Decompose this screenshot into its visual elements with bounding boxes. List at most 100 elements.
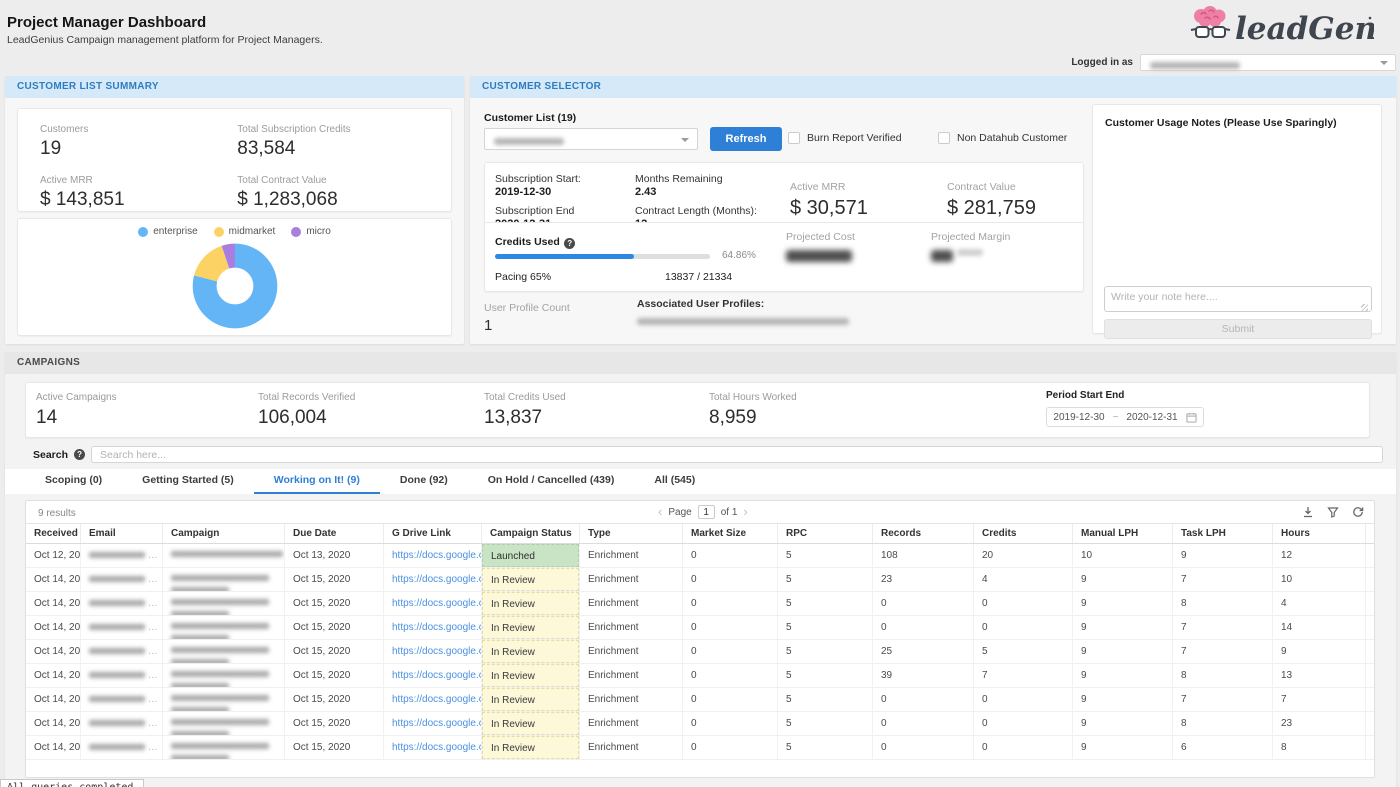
- cell-type: Enrichment: [580, 568, 683, 591]
- legend-item-enterprise[interactable]: enterprise: [138, 226, 197, 237]
- customer-list-select[interactable]: [484, 128, 698, 150]
- table-row[interactable]: Oct 14, 2020 …Oct 15, 2020https://docs.g…: [26, 736, 1374, 760]
- svg-text:leadGenius: leadGenius: [1235, 11, 1374, 47]
- cell-hours: 9: [1273, 640, 1366, 663]
- column-header-received_on[interactable]: Received On: [26, 524, 81, 543]
- g-drive-link[interactable]: https://docs.google.com/: [392, 694, 482, 705]
- status-badge: In Review: [482, 568, 579, 591]
- legend-item-micro[interactable]: micro: [291, 226, 330, 237]
- status-badge: In Review: [482, 616, 579, 639]
- column-header-campaign[interactable]: Campaign: [163, 524, 285, 543]
- prev-page-icon[interactable]: ‹: [658, 505, 662, 519]
- column-header-manual_lph[interactable]: Manual LPH: [1073, 524, 1173, 543]
- stat-customers: Customers 19: [40, 124, 237, 160]
- projected-cost: Projected Cost: [786, 231, 855, 262]
- next-page-icon[interactable]: ›: [743, 505, 747, 519]
- refresh-icon[interactable]: [1352, 506, 1364, 518]
- column-header-rpc[interactable]: RPC: [778, 524, 873, 543]
- logged-in-user-select[interactable]: [1140, 54, 1396, 71]
- burn-report-verified-checkbox[interactable]: Burn Report Verified: [788, 132, 902, 144]
- table-row[interactable]: Oct 14, 2020 …Oct 15, 2020https://docs.g…: [26, 688, 1374, 712]
- campaigns-panel: CAMPAIGNS Active Campaigns14 Total Recor…: [5, 352, 1396, 787]
- cell-records: 0: [873, 688, 974, 711]
- column-header-type[interactable]: Type: [580, 524, 683, 543]
- legend-item-midmarket[interactable]: midmarket: [214, 226, 276, 237]
- cell-type: Enrichment: [580, 736, 683, 759]
- download-icon[interactable]: [1302, 506, 1314, 518]
- g-drive-link[interactable]: https://docs.google.com/: [392, 550, 482, 561]
- cell-manual_lph: 9: [1073, 712, 1173, 735]
- tab-working-on-it-9[interactable]: Working on It! (9): [254, 469, 380, 494]
- period-date-range-input[interactable]: 2019-12-30 ~ 2020-12-31: [1046, 407, 1204, 427]
- table-row[interactable]: Oct 14, 2020 …Oct 15, 2020https://docs.g…: [26, 592, 1374, 616]
- tab-on-hold-cancelled-439[interactable]: On Hold / Cancelled (439): [468, 469, 635, 494]
- cell-type: Enrichment: [580, 616, 683, 639]
- table-row[interactable]: Oct 14, 2020 …Oct 15, 2020https://docs.g…: [26, 640, 1374, 664]
- cell-campaign: [163, 568, 285, 591]
- table-row[interactable]: Oct 14, 2020 …Oct 15, 2020https://docs.g…: [26, 664, 1374, 688]
- customer-selector-panel: CUSTOMER SELECTOR Customer List (19) Ref…: [470, 76, 1396, 344]
- redacted-text: [171, 695, 269, 701]
- non-datahub-customer-checkbox[interactable]: Non Datahub Customer: [938, 132, 1067, 144]
- cell-g_drive_link: https://docs.google.com/ …: [384, 688, 482, 711]
- tab-getting-started-5[interactable]: Getting Started (5): [122, 469, 254, 494]
- redacted-text: [171, 587, 229, 591]
- cell-manual_lph: 9: [1073, 736, 1173, 759]
- g-drive-link[interactable]: https://docs.google.com/: [392, 622, 482, 633]
- period-start-end: Period Start End 2019-12-30 ~ 2020-12-31: [1046, 390, 1204, 427]
- cell-g_drive_link: https://docs.google.com/ …: [384, 568, 482, 591]
- cell-type: Enrichment: [580, 592, 683, 615]
- cell-manual_lph: 9: [1073, 664, 1173, 687]
- column-header-records[interactable]: Records: [873, 524, 974, 543]
- g-drive-link[interactable]: https://docs.google.com/: [392, 670, 482, 681]
- redacted-text: [89, 672, 145, 678]
- cell-type: Enrichment: [580, 712, 683, 735]
- column-header-hours[interactable]: Hours: [1273, 524, 1366, 543]
- table-row[interactable]: Oct 14, 2020 …Oct 15, 2020https://docs.g…: [26, 712, 1374, 736]
- status-badge: In Review: [482, 736, 579, 759]
- page-number-input[interactable]: [698, 505, 715, 519]
- period-start-date[interactable]: 2019-12-30: [1053, 412, 1104, 423]
- column-header-credits[interactable]: Credits: [974, 524, 1073, 543]
- column-header-g_drive_link[interactable]: G Drive Link: [384, 524, 482, 543]
- cell-campaign_status: Launched: [482, 544, 580, 567]
- cell-due_date: Oct 13, 2020: [285, 544, 384, 567]
- customer-list-summary-panel: CUSTOMER LIST SUMMARY Customers 19 Total…: [5, 76, 464, 344]
- table-row[interactable]: Oct 14, 2020 …Oct 15, 2020https://docs.g…: [26, 568, 1374, 592]
- table-row[interactable]: Oct 14, 2020 …Oct 15, 2020https://docs.g…: [26, 616, 1374, 640]
- info-icon[interactable]: ?: [564, 238, 575, 249]
- stat-total-credits-used: Total Credits Used13,837: [484, 392, 566, 429]
- g-drive-link[interactable]: https://docs.google.com/: [392, 646, 482, 657]
- cell-task_lph: 7: [1173, 616, 1273, 639]
- note-input[interactable]: [1104, 286, 1372, 312]
- period-end-date[interactable]: 2020-12-31: [1126, 412, 1177, 423]
- redacted-projected-margin-suffix: [957, 249, 983, 256]
- g-drive-link[interactable]: https://docs.google.com/: [392, 574, 482, 585]
- redacted-text: [89, 696, 145, 702]
- column-header-market_size[interactable]: Market Size: [683, 524, 778, 543]
- tab-done-92[interactable]: Done (92): [380, 469, 468, 494]
- column-header-due_date[interactable]: Due Date: [285, 524, 384, 543]
- info-icon[interactable]: ?: [74, 449, 85, 460]
- page-of-label: of 1: [721, 507, 738, 518]
- tab-scoping-0[interactable]: Scoping (0): [25, 469, 122, 494]
- g-drive-link[interactable]: https://docs.google.com/: [392, 718, 482, 729]
- filter-icon[interactable]: [1327, 506, 1339, 518]
- customer-segment-donut-chart: [189, 240, 281, 332]
- cell-market_size: 0: [683, 592, 778, 615]
- column-header-email[interactable]: Email: [81, 524, 163, 543]
- search-input[interactable]: [91, 446, 1383, 463]
- pacing-label: Pacing 65%: [495, 271, 551, 283]
- cell-campaign_status: In Review: [482, 640, 580, 663]
- cell-rpc: 5: [778, 640, 873, 663]
- g-drive-link[interactable]: https://docs.google.com/: [392, 598, 482, 609]
- g-drive-link[interactable]: https://docs.google.com/: [392, 742, 482, 753]
- submit-note-button[interactable]: Submit: [1104, 319, 1372, 339]
- column-header-task_lph[interactable]: Task LPH: [1173, 524, 1273, 543]
- table-row[interactable]: Oct 12, 2020 …Oct 13, 2020https://docs.g…: [26, 544, 1374, 568]
- column-header-campaign_status[interactable]: Campaign Status: [482, 524, 580, 543]
- cell-rpc: 5: [778, 568, 873, 591]
- refresh-button[interactable]: Refresh: [710, 127, 782, 151]
- cell-task_lph: 7: [1173, 640, 1273, 663]
- tab-all-545[interactable]: All (545): [634, 469, 715, 494]
